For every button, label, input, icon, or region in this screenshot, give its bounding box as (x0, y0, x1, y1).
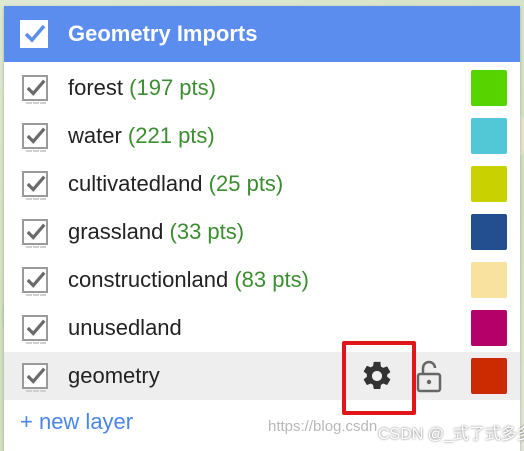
checkbox-underline (26, 198, 46, 202)
layer-row[interactable]: cultivatedland (25 pts) (4, 160, 520, 208)
checkbox-underline (26, 102, 46, 106)
layer-color-swatch[interactable] (471, 118, 507, 154)
layer-color-swatch[interactable] (471, 166, 507, 202)
highlight-annotation (342, 341, 416, 415)
watermark-url: https://blog.csdn (268, 418, 378, 435)
layer-name: cultivatedland (68, 171, 203, 196)
panel-title: Geometry Imports (68, 21, 258, 46)
select-all-checkbox[interactable] (20, 20, 48, 48)
layer-name: water (68, 123, 122, 148)
watermark-text: CSDN @_式了式多多 (378, 426, 524, 443)
layer-checkbox[interactable] (22, 75, 48, 101)
layer-label[interactable]: constructionland (83 pts) (68, 267, 309, 293)
layer-row[interactable]: constructionland (83 pts) (4, 256, 520, 304)
layer-checkbox[interactable] (22, 219, 48, 245)
layer-name: unusedland (68, 315, 182, 340)
layer-point-count: (83 pts) (234, 267, 309, 292)
layer-point-count: (197 pts) (129, 75, 216, 100)
layer-checkbox[interactable] (22, 171, 48, 197)
layer-row[interactable]: grassland (33 pts) (4, 208, 520, 256)
unlock-icon[interactable] (415, 359, 443, 393)
layer-point-count: (25 pts) (208, 171, 284, 196)
layer-row[interactable]: geometry (4, 352, 520, 400)
layer-label[interactable]: water (221 pts) (68, 123, 215, 149)
layer-checkbox[interactable] (22, 315, 48, 341)
layer-color-swatch[interactable] (471, 358, 507, 394)
layer-label[interactable]: cultivatedland (25 pts) (68, 171, 283, 197)
layer-label[interactable]: grassland (33 pts) (68, 219, 244, 245)
geometry-imports-panel: Geometry Imports forest (197 pts) water (… (4, 6, 520, 451)
layer-color-swatch[interactable] (471, 214, 507, 250)
checkmark-icon (26, 175, 46, 192)
layer-name: geometry (68, 363, 160, 388)
panel-header: Geometry Imports (4, 6, 520, 62)
layer-label[interactable]: geometry (68, 363, 160, 389)
checkbox-underline (26, 294, 46, 298)
layer-label[interactable]: forest (197 pts) (68, 75, 216, 101)
layer-color-swatch[interactable] (471, 310, 507, 346)
layer-row[interactable]: unusedland (4, 304, 520, 352)
checkbox-underline (26, 246, 46, 250)
layer-checkbox[interactable] (22, 363, 48, 389)
layer-name: constructionland (68, 267, 229, 292)
checkbox-underline (26, 342, 46, 346)
layer-label[interactable]: unusedland (68, 315, 182, 341)
checkbox-underline (26, 150, 46, 154)
checkmark-icon (26, 127, 46, 144)
layer-row[interactable]: forest (197 pts) (4, 64, 520, 112)
checkbox-underline (26, 390, 46, 394)
checkmark-icon (23, 22, 47, 46)
layer-point-count: (33 pts) (169, 219, 245, 244)
layer-color-swatch[interactable] (471, 262, 507, 298)
layer-checkbox[interactable] (22, 267, 48, 293)
layer-name: forest (68, 75, 124, 100)
layer-name: grassland (68, 219, 164, 244)
layer-point-count: (221 pts) (127, 123, 215, 148)
checkmark-icon (26, 271, 46, 288)
checkmark-icon (26, 79, 46, 96)
layer-color-swatch[interactable] (471, 70, 507, 106)
checkmark-icon (26, 319, 46, 336)
checkmark-icon (26, 223, 46, 240)
checkmark-icon (26, 367, 46, 384)
new-layer-link[interactable]: + new layer (20, 409, 133, 435)
layer-row[interactable]: water (221 pts) (4, 112, 520, 160)
layer-checkbox[interactable] (22, 123, 48, 149)
